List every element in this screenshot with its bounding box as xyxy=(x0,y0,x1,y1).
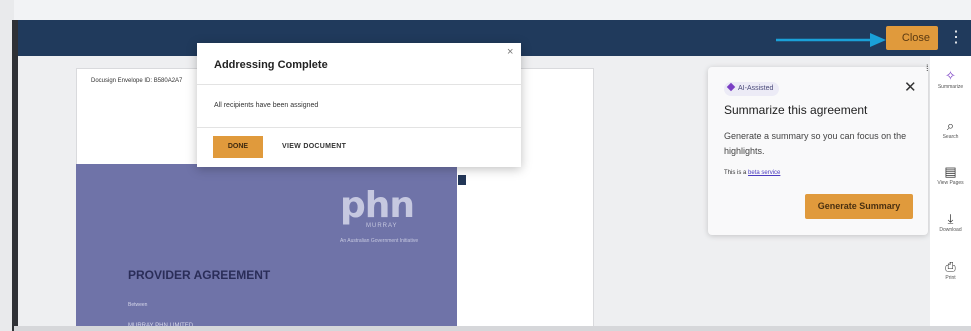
rail-item-summarize[interactable]: ✧ Summarize xyxy=(930,68,971,90)
logo-subtitle: MURRAY xyxy=(366,223,398,229)
dialog-divider xyxy=(197,127,521,128)
addressing-complete-dialog: Addressing Complete × All recipients hav… xyxy=(197,43,521,167)
rail-label: Print xyxy=(945,275,956,281)
rail-label: Download xyxy=(939,227,962,233)
view-document-button[interactable]: VIEW DOCUMENT xyxy=(282,136,346,158)
ai-summary-panel: AI-Assisted ✕ Summarize this agreement G… xyxy=(708,67,928,235)
rail-item-view-pages[interactable]: ▤ View Pages xyxy=(930,164,971,186)
rail-item-print[interactable]: ⎙ Print xyxy=(930,259,971,281)
dialog-divider xyxy=(197,84,521,85)
dialog-close-icon[interactable]: × xyxy=(507,46,513,58)
panel-close-icon[interactable]: ✕ xyxy=(904,78,917,96)
beta-prefix: This is a xyxy=(724,170,747,176)
phn-logo: phn xyxy=(340,185,415,226)
sparkle-icon: ✧ xyxy=(945,68,956,83)
app-window: Close ⋮ Docusign Envelope ID: B580A2A7 p… xyxy=(0,0,971,331)
logo-tagline: An Australian Government Initiative xyxy=(340,238,419,244)
download-icon: ⤓ xyxy=(947,211,954,226)
scrollbar-icon[interactable]: ⁞ xyxy=(926,63,929,73)
ai-panel-heading: Summarize this agreement xyxy=(724,103,868,117)
done-button[interactable]: DONE xyxy=(213,136,263,158)
dialog-title: Addressing Complete xyxy=(214,59,328,71)
generate-summary-button[interactable]: Generate Summary xyxy=(805,194,913,219)
sparkle-icon xyxy=(726,82,736,92)
rail-label: Summarize xyxy=(937,84,964,90)
bottom-border xyxy=(14,326,971,331)
search-icon: ⌕ xyxy=(946,118,955,133)
more-vertical-icon[interactable]: ⋮ xyxy=(948,24,964,52)
tool-rail: ✧ Summarize ⌕ Search ▤ View Pages ⤓ Down… xyxy=(930,56,971,331)
beta-service-link[interactable]: beta service xyxy=(748,170,780,176)
ai-badge-label: AI-Assisted xyxy=(738,85,774,92)
rail-item-search[interactable]: ⌕ Search xyxy=(930,118,971,140)
close-button[interactable]: Close xyxy=(886,26,938,50)
pointer-arrow-annotation xyxy=(776,33,886,47)
ai-assisted-badge: AI-Assisted xyxy=(724,82,780,96)
envelope-id: Docusign Envelope ID: B580A2A7 xyxy=(91,78,183,84)
cover-accent-mark xyxy=(458,175,466,185)
document-icon: ▤ xyxy=(944,164,957,179)
ai-panel-description: Generate a summary so you can focus on t… xyxy=(724,131,907,156)
rail-label: View Pages xyxy=(937,180,964,186)
rail-item-download[interactable]: ⤓ Download xyxy=(930,211,971,233)
agreement-title: PROVIDER AGREEMENT xyxy=(128,268,271,282)
rail-label: Search xyxy=(942,134,959,140)
dialog-message: All recipients have been assigned xyxy=(214,102,319,109)
beta-notice: This is a beta service xyxy=(724,170,780,176)
between-label: Between xyxy=(128,302,148,308)
print-icon: ⎙ xyxy=(945,259,956,274)
